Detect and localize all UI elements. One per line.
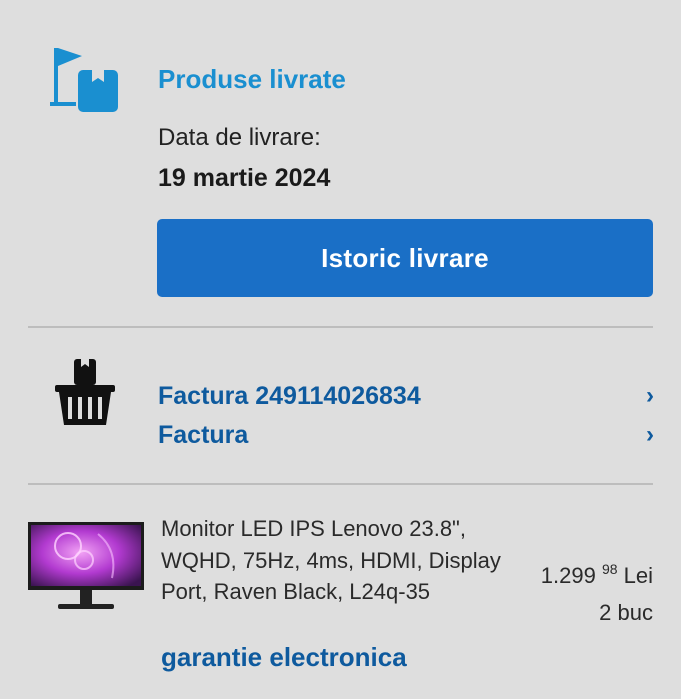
price-integer: 1.299: [540, 563, 596, 588]
product-quantity: 2 buc: [599, 600, 653, 625]
invoice-link-label: Factura: [158, 420, 249, 449]
section-divider: [28, 483, 653, 485]
chevron-right-icon: ›: [646, 421, 654, 448]
product-name[interactable]: Monitor LED IPS Lenovo 23.8", WQHD, 75Hz…: [161, 513, 516, 608]
delivery-status-title: Produse livrate: [158, 64, 346, 94]
warranty-link[interactable]: garantie electronica: [161, 642, 407, 673]
price-decimals: 98: [601, 561, 618, 577]
monitor-product-image[interactable]: [28, 520, 144, 616]
invoice-link-2[interactable]: Factura ›: [158, 418, 658, 452]
invoice-link-1[interactable]: Factura 249114026834 ›: [158, 379, 658, 413]
delivery-date-label: Data de livrare:: [158, 124, 321, 151]
shopping-basket-icon: [54, 357, 116, 429]
invoice-link-label: Factura 249114026834: [158, 381, 421, 410]
delivery-date-value: 19 martie 2024: [158, 164, 331, 192]
delivered-flag-box-icon: [48, 44, 122, 118]
price-currency: Lei: [623, 563, 653, 588]
delivery-history-button-label: Istoric livrare: [321, 242, 489, 273]
section-divider: [28, 326, 653, 328]
delivery-history-button[interactable]: Istoric livrare: [157, 219, 653, 297]
chevron-right-icon: ›: [646, 382, 654, 409]
product-price: 1.299 98 Lei: [540, 561, 653, 589]
